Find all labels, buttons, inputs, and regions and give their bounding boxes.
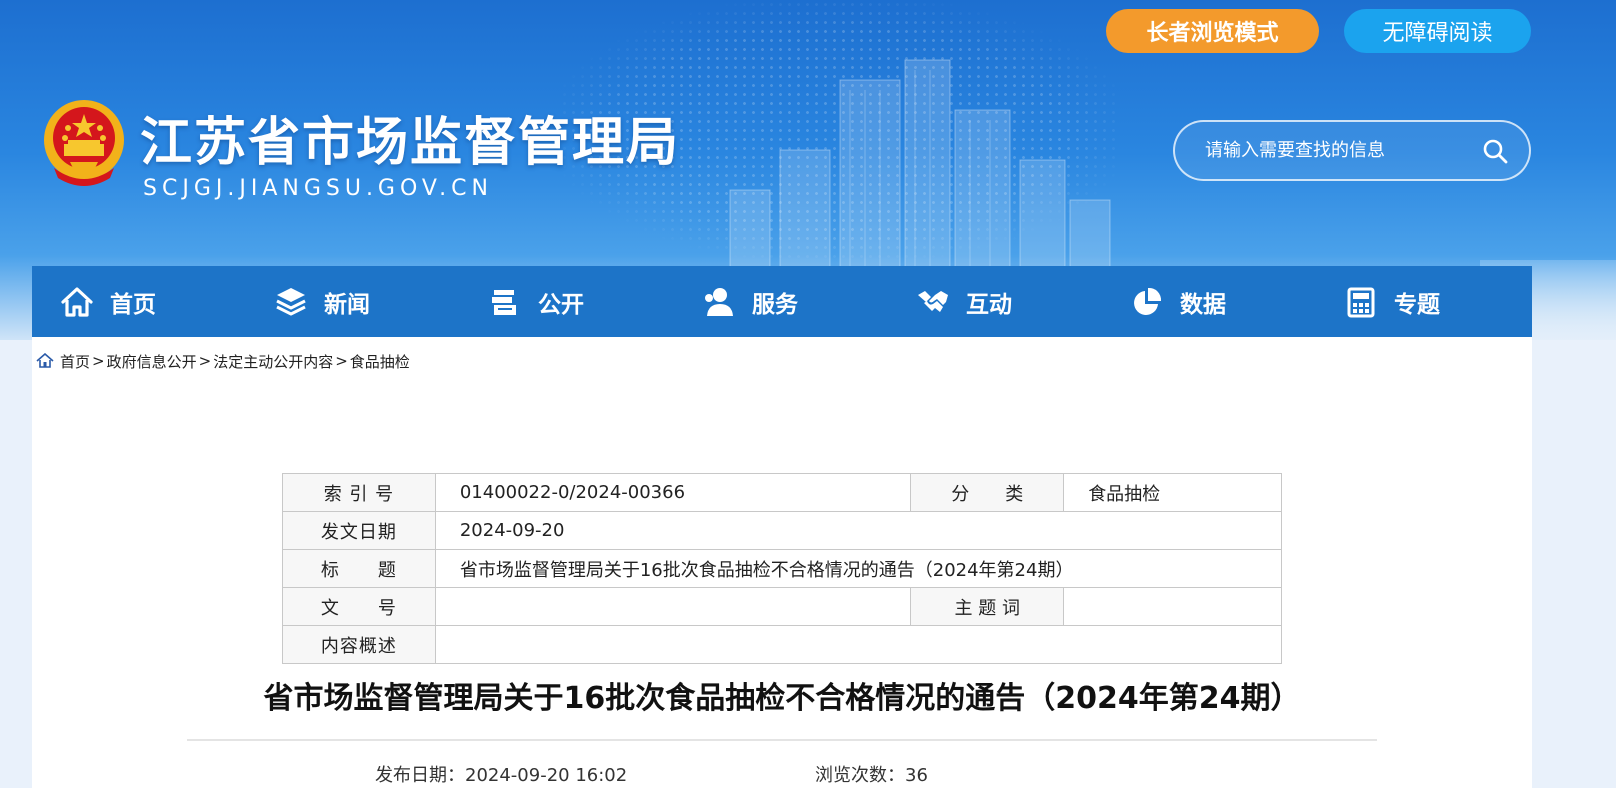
publish-date-label: 发布日期： xyxy=(375,765,465,786)
table-row: 文 号 主 题 词 xyxy=(282,587,1282,626)
national-emblem-icon xyxy=(44,100,124,186)
nav-item-label: 互动 xyxy=(966,291,1012,318)
main-nav: 首页 新闻 公开 服务 互动 数据 专题 xyxy=(32,266,1532,337)
date-label: 发文日期 xyxy=(282,511,436,550)
documents-icon xyxy=(492,289,516,315)
nav-item-label: 服务 xyxy=(752,291,798,318)
breadcrumb-separator: > xyxy=(335,352,348,370)
breadcrumb-separator: > xyxy=(198,352,212,370)
city-skyline-decoration xyxy=(729,59,1111,270)
nav-item-label: 新闻 xyxy=(324,291,370,318)
nav-item-data[interactable]: 数据 xyxy=(1102,266,1316,337)
search-input[interactable] xyxy=(1205,140,1481,161)
keywords-label: 主 题 词 xyxy=(910,587,1065,626)
handshake-icon xyxy=(918,290,948,312)
title-label: 标 题 xyxy=(282,549,436,588)
home-icon xyxy=(61,286,93,317)
summary-value xyxy=(434,625,1283,664)
breadcrumb-separator: > xyxy=(92,352,105,370)
index-label: 索 引 号 xyxy=(282,473,436,512)
elder-mode-button[interactable]: 长者浏览模式 xyxy=(1106,9,1319,53)
title-divider xyxy=(187,739,1377,741)
nav-item-label: 数据 xyxy=(1180,291,1226,318)
article-title: 省市场监督管理局关于16批次食品抽检不合格情况的通告（2024年第24期） xyxy=(263,681,1301,716)
keywords-value xyxy=(1063,587,1282,626)
nav-item-service[interactable]: 服务 xyxy=(674,266,888,337)
main-content: 首页 > 政府信息公开 > 法定主动公开内容 > 食品抽检 索 引 号 0140… xyxy=(32,337,1532,788)
breadcrumb-gov-info[interactable]: 政府信息公开 xyxy=(107,351,197,372)
index-value: 01400022-0/2024-00366 xyxy=(434,473,912,512)
breadcrumb-food-inspection[interactable]: 食品抽检 xyxy=(350,351,410,372)
home-outline-icon xyxy=(36,353,54,368)
page: 江苏省市场监督管理局 SCJGJ.JIANGSU.GOV.CN 长者浏览模式 无… xyxy=(0,0,1616,788)
title-value: 省市场监督管理局关于16批次食品抽检不合格情况的通告（2024年第24期） xyxy=(434,549,1283,588)
search-icon[interactable] xyxy=(1481,137,1509,165)
breadcrumb-home[interactable]: 首页 xyxy=(60,351,90,372)
calculator-icon xyxy=(1347,287,1375,317)
site-domain: SCJGJ.JIANGSU.GOV.CN xyxy=(143,176,493,201)
nav-item-news[interactable]: 新闻 xyxy=(246,266,460,337)
layers-icon xyxy=(276,287,306,315)
nav-item-label: 专题 xyxy=(1394,291,1440,318)
nav-item-topics[interactable]: 专题 xyxy=(1316,266,1530,337)
publish-date: 发布日期：2024-09-20 16:02 xyxy=(375,761,627,787)
docno-label: 文 号 xyxy=(282,587,436,626)
pie-chart-icon xyxy=(1134,287,1162,315)
nav-item-label: 首页 xyxy=(110,291,156,318)
view-count-label: 浏览次数： xyxy=(815,765,905,786)
publish-date-value: 2024-09-20 16:02 xyxy=(465,765,628,786)
nav-item-label: 公开 xyxy=(538,291,584,318)
accessibility-button[interactable]: 无障碍阅读 xyxy=(1344,9,1531,53)
date-value: 2024-09-20 xyxy=(434,511,1283,550)
table-row: 标 题 省市场监督管理局关于16批次食品抽检不合格情况的通告（2024年第24期… xyxy=(282,549,1283,588)
table-row: 索 引 号 01400022-0/2024-00366 分 类 食品抽检 xyxy=(282,473,1282,512)
breadcrumb: 首页 > 政府信息公开 > 法定主动公开内容 > 食品抽检 xyxy=(36,351,410,371)
table-row: 内容概述 xyxy=(282,625,1283,664)
nav-item-open[interactable]: 公开 xyxy=(460,266,674,337)
docno-value xyxy=(434,587,912,626)
view-count: 浏览次数：36 xyxy=(815,761,928,787)
search-box xyxy=(1173,120,1531,181)
nav-item-home[interactable]: 首页 xyxy=(32,266,246,337)
table-row: 发文日期 2024-09-20 xyxy=(282,511,1283,550)
user-icon xyxy=(705,287,733,316)
breadcrumb-statutory[interactable]: 法定主动公开内容 xyxy=(213,351,333,372)
nav-item-interact[interactable]: 互动 xyxy=(888,266,1102,337)
site-title: 江苏省市场监督管理局 xyxy=(140,113,681,173)
summary-label: 内容概述 xyxy=(282,625,436,664)
document-meta-table: 索 引 号 01400022-0/2024-00366 分 类 食品抽检 发文日… xyxy=(282,473,1283,664)
category-label: 分 类 xyxy=(910,473,1065,512)
view-count-value: 36 xyxy=(905,765,928,786)
category-value: 食品抽检 xyxy=(1063,473,1282,512)
